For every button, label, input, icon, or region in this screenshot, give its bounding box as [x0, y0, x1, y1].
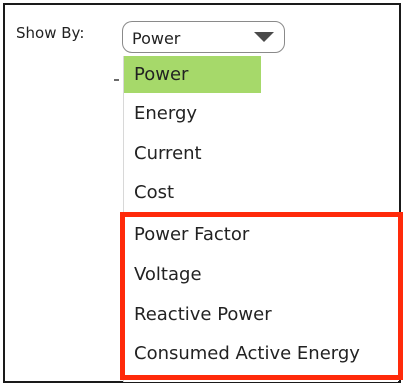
highlight-box: [120, 212, 403, 380]
show-by-label: Show By:: [16, 24, 85, 42]
menu-item-cost[interactable]: Cost: [124, 174, 261, 211]
menu-item-power[interactable]: Power: [124, 56, 261, 93]
show-by-select[interactable]: Power: [122, 21, 285, 53]
divider-tick: [114, 79, 119, 81]
menu-item-current[interactable]: Current: [124, 135, 261, 172]
menu-item-energy[interactable]: Energy: [124, 95, 261, 132]
chevron-down-icon: [254, 32, 274, 42]
select-value: Power: [132, 29, 181, 48]
